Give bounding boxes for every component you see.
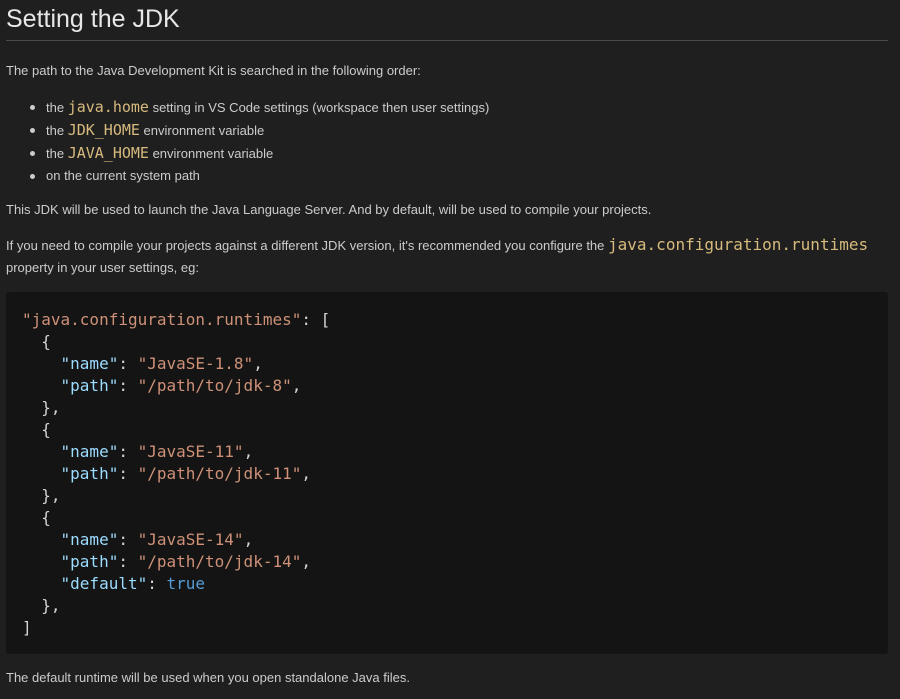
code-string: "JavaSE-11" bbox=[137, 442, 244, 461]
list-item: on the current system path bbox=[28, 165, 489, 188]
runtimes-paragraph-continued: property in your user settings, eg: bbox=[6, 260, 199, 275]
code-block: "java.configuration.runtimes": [ { "name… bbox=[6, 292, 888, 654]
title-divider bbox=[6, 40, 888, 41]
code-key: "name" bbox=[60, 530, 119, 549]
code-key: "path" bbox=[60, 376, 119, 395]
intro-paragraph: The path to the Java Development Kit is … bbox=[6, 63, 421, 78]
bullet-icon bbox=[30, 174, 35, 179]
list-item-text: setting in VS Code settings (workspace t… bbox=[148, 100, 490, 115]
inline-code-java-home: java.home bbox=[67, 98, 149, 116]
runtimes-text: If you need to compile your projects aga… bbox=[6, 238, 609, 253]
runtimes-paragraph: If you need to compile your projects aga… bbox=[6, 235, 868, 256]
inline-code-java-home-env: JAVA_HOME bbox=[67, 144, 149, 162]
code-key: "path" bbox=[60, 464, 119, 483]
list-item: the java.home setting in VS Code setting… bbox=[28, 96, 489, 119]
footer-paragraph: The default runtime will be used when yo… bbox=[6, 670, 410, 685]
list-item-prefix: the bbox=[46, 100, 68, 115]
markdown-preview: Setting the JDK The path to the Java Dev… bbox=[0, 0, 900, 699]
code-string: "JavaSE-14" bbox=[137, 530, 244, 549]
code-string: "/path/to/jdk-8" bbox=[137, 376, 292, 395]
code-key: "name" bbox=[60, 354, 119, 373]
list-item-text: environment variable bbox=[139, 123, 265, 138]
code-string: "JavaSE-1.8" bbox=[137, 354, 254, 373]
code-string: "/path/to/jdk-14" bbox=[137, 552, 302, 571]
bullet-icon bbox=[30, 105, 35, 110]
search-order-list: the java.home setting in VS Code setting… bbox=[28, 96, 489, 188]
code-boolean: true bbox=[166, 574, 206, 593]
jdk-usage-paragraph: This JDK will be used to launch the Java… bbox=[6, 202, 652, 217]
list-item: the JDK_HOME environment variable bbox=[28, 119, 489, 142]
list-item-text: environment variable bbox=[148, 146, 274, 161]
bullet-icon bbox=[30, 128, 35, 133]
code-snippet: "java.configuration.runtimes": [ { "name… bbox=[22, 310, 331, 637]
code-key: "path" bbox=[60, 552, 119, 571]
list-item-prefix: the bbox=[46, 123, 68, 138]
inline-code-runtimes: java.configuration.runtimes bbox=[608, 235, 869, 254]
code-key: "default" bbox=[60, 574, 148, 593]
code-setting-key: "java.configuration.runtimes" bbox=[22, 310, 302, 329]
code-key: "name" bbox=[60, 442, 119, 461]
bullet-icon bbox=[30, 151, 35, 156]
list-item-text: on the current system path bbox=[46, 168, 200, 183]
page-title: Setting the JDK bbox=[6, 5, 180, 33]
list-item: the JAVA_HOME environment variable bbox=[28, 142, 489, 165]
code-string: "/path/to/jdk-11" bbox=[137, 464, 302, 483]
inline-code-jdk-home: JDK_HOME bbox=[67, 121, 140, 139]
list-item-prefix: the bbox=[46, 146, 68, 161]
